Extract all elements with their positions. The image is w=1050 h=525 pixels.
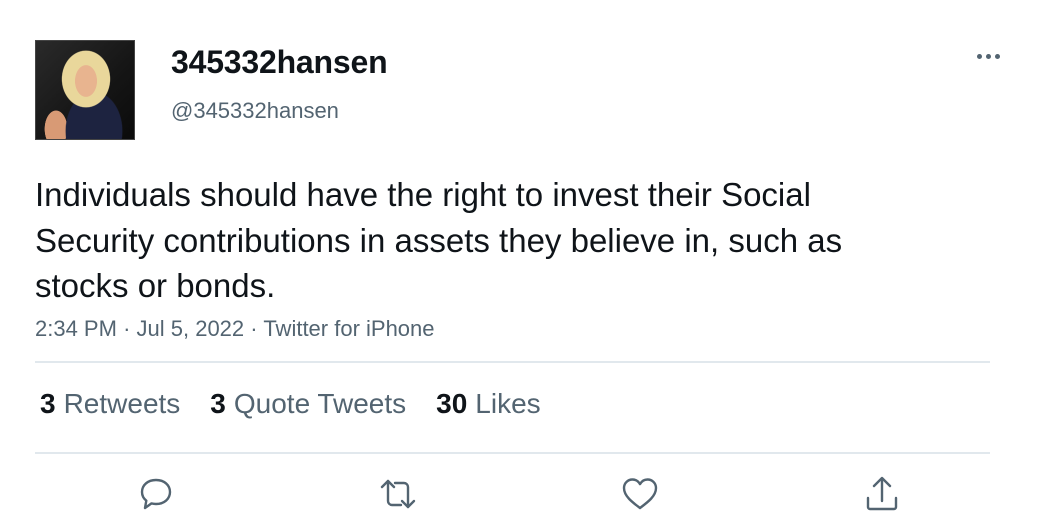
reply-bubble-icon <box>140 478 172 510</box>
tweet-meta: 2:34 PM · Jul 5, 2022 · Twitter for iPho… <box>35 316 435 342</box>
author-handle[interactable]: @345332hansen <box>171 98 339 124</box>
tweet-source[interactable]: Twitter for iPhone <box>263 316 434 341</box>
tweet-text: Individuals should have the right to inv… <box>35 176 843 304</box>
quote-tweets-label: Quote Tweets <box>233 388 407 419</box>
quote-tweets-count: 3 <box>210 388 226 419</box>
tweet-time[interactable]: 2:34 PM <box>35 316 117 341</box>
avatar[interactable] <box>35 40 135 140</box>
retweets-label: Retweets <box>63 388 181 419</box>
tweet-date[interactable]: Jul 5, 2022 <box>137 316 245 341</box>
share-upload-icon <box>866 476 898 511</box>
likes-label: Likes <box>475 388 541 419</box>
author-display-name[interactable]: 345332hansen <box>171 44 388 81</box>
likes-count: 30 <box>436 388 468 419</box>
more-options-button[interactable] <box>971 46 1005 66</box>
more-horizontal-icon <box>994 53 1000 59</box>
meta-separator: · <box>250 316 264 341</box>
quote-tweets-stat[interactable]: 3 Quote Tweets <box>210 388 406 420</box>
more-horizontal-icon <box>976 53 982 59</box>
retweets-stat[interactable]: 3 Retweets <box>40 388 180 420</box>
retweets-count: 3 <box>40 388 56 419</box>
reply-button[interactable] <box>136 474 176 514</box>
retweet-button[interactable] <box>378 474 418 514</box>
retweet-arrows-icon <box>380 479 416 509</box>
more-horizontal-icon <box>985 53 991 59</box>
action-bar <box>0 474 1050 514</box>
engagement-stats: 3 Retweets 3 Quote Tweets 30 Likes <box>40 388 541 420</box>
heart-icon <box>622 478 658 510</box>
likes-stat[interactable]: 30 Likes <box>436 388 541 420</box>
divider <box>35 452 990 454</box>
share-button[interactable] <box>862 474 902 514</box>
divider <box>35 361 990 363</box>
like-button[interactable] <box>620 474 660 514</box>
meta-separator: · <box>123 316 137 341</box>
